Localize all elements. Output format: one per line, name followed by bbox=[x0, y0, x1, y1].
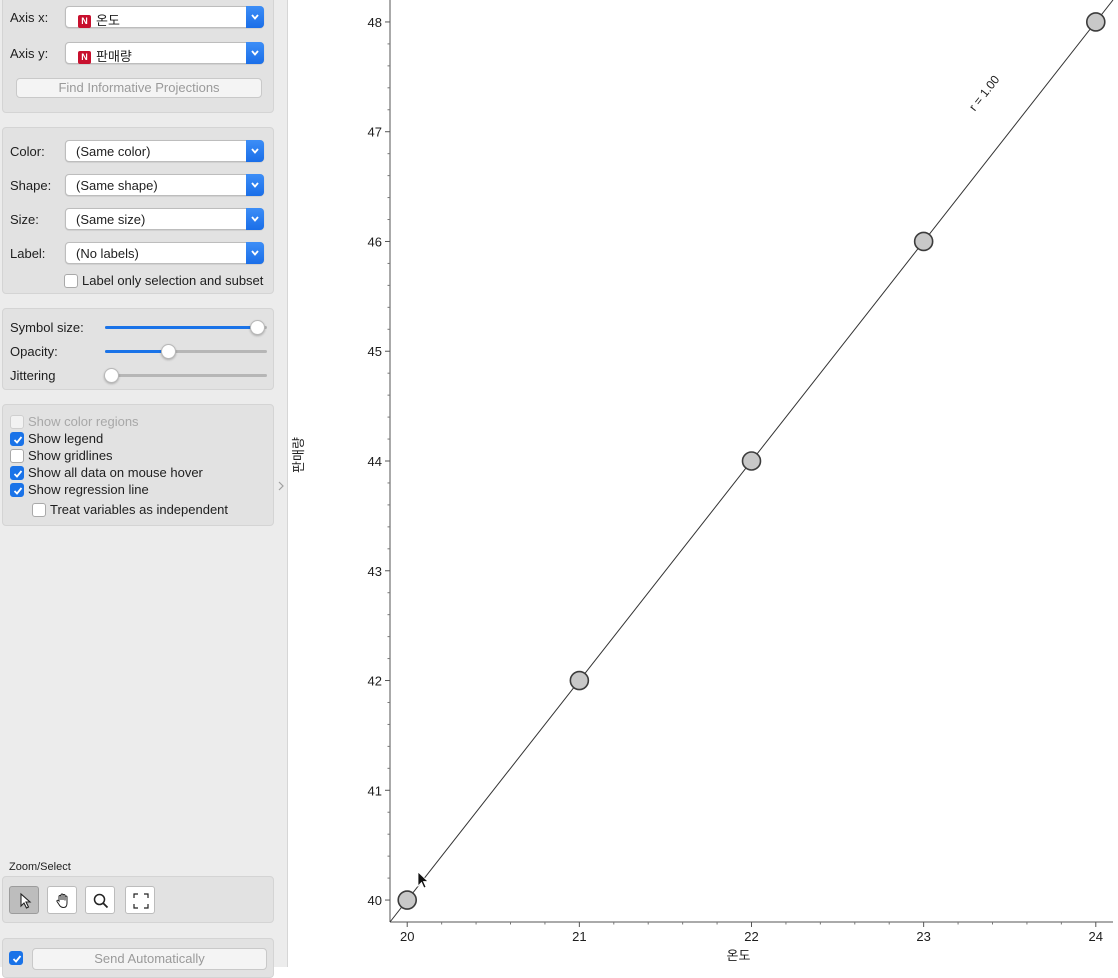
select-tool-icon bbox=[20, 892, 32, 909]
x-tick-label: 21 bbox=[572, 929, 586, 944]
color-label: Color: bbox=[10, 144, 45, 159]
zoom-magnifier-icon bbox=[93, 893, 109, 909]
show-all-data-hover-label: Show all data on mouse hover bbox=[28, 465, 203, 480]
show-color-regions-checkbox[interactable] bbox=[10, 415, 24, 429]
reset-zoom-button[interactable] bbox=[125, 886, 155, 914]
show-color-regions-label: Show color regions bbox=[28, 414, 139, 429]
y-tick-label: 46 bbox=[368, 234, 382, 249]
chevron-down-icon[interactable] bbox=[246, 242, 264, 264]
treat-variables-independent-checkbox[interactable] bbox=[32, 503, 46, 517]
data-point bbox=[397, 890, 418, 910]
control-sidebar: Axis x: N 온도 Axis y: N 판매량 Find Informativ… bbox=[0, 0, 288, 978]
attributes-panel: Color: (Same color) Shape: (Same shape) … bbox=[2, 127, 274, 294]
y-tick-label: 44 bbox=[368, 454, 382, 469]
y-tick-label: 43 bbox=[368, 564, 382, 579]
numeric-variable-icon: N bbox=[78, 51, 91, 64]
x-axis-title: 온도 bbox=[727, 948, 751, 963]
scatter-plot[interactable]: 40 41 42 43 44 45 46 47 48 20 21 22 23 24 온도 판매량 r = … bbox=[289, 0, 1118, 967]
symbol-size-label: Symbol size: bbox=[10, 320, 84, 335]
show-all-data-hover-checkbox[interactable] bbox=[10, 466, 24, 480]
x-tick-label: 22 bbox=[744, 929, 758, 944]
show-regression-line-label: Show regression line bbox=[28, 482, 149, 497]
symbol-size-fill bbox=[105, 326, 251, 329]
y-tick-label: 42 bbox=[368, 674, 382, 689]
x-tick-label: 20 bbox=[400, 929, 414, 944]
axis-y-value: 판매량 bbox=[96, 49, 132, 64]
axis-x-combo[interactable]: N 온도 bbox=[65, 6, 264, 28]
show-legend-checkbox[interactable] bbox=[10, 432, 24, 446]
chevron-down-icon[interactable] bbox=[246, 140, 264, 162]
y-tick-label: 47 bbox=[368, 125, 382, 140]
x-tick-label: 24 bbox=[1089, 929, 1103, 944]
axis-y-combo[interactable]: N 판매량 bbox=[65, 42, 264, 64]
shape-label: Shape: bbox=[10, 178, 52, 193]
chevron-right-icon[interactable] bbox=[277, 480, 285, 492]
reset-zoom-icon bbox=[133, 893, 149, 909]
data-point bbox=[913, 231, 934, 252]
y-tick-label: 45 bbox=[368, 344, 382, 359]
label-combo[interactable]: (No labels) bbox=[65, 242, 264, 264]
y-tick-label: 48 bbox=[368, 15, 382, 30]
chevron-down-icon[interactable] bbox=[246, 42, 264, 64]
pan-tool-button[interactable] bbox=[47, 886, 77, 914]
chevron-down-icon[interactable] bbox=[246, 6, 264, 28]
zoom-select-title: Zoom/Select bbox=[9, 861, 71, 873]
label-value: (No labels) bbox=[76, 246, 139, 261]
y-tick-label: 40 bbox=[368, 893, 382, 908]
opacity-slider[interactable] bbox=[105, 344, 267, 359]
chevron-down-icon[interactable] bbox=[246, 208, 264, 230]
select-tool-button[interactable] bbox=[9, 886, 39, 914]
opacity-fill bbox=[105, 350, 162, 353]
pan-hand-icon bbox=[56, 893, 68, 909]
show-regression-line-checkbox[interactable] bbox=[10, 483, 24, 497]
data-point bbox=[569, 670, 590, 691]
label-only-selection-checkbox[interactable] bbox=[64, 274, 78, 288]
jittering-handle[interactable] bbox=[104, 368, 119, 383]
send-automatically-checkbox[interactable] bbox=[9, 951, 23, 965]
size-combo[interactable]: (Same size) bbox=[65, 208, 264, 230]
y-axis-title: 판매량 bbox=[291, 437, 306, 473]
show-legend-label: Show legend bbox=[28, 431, 104, 446]
size-value: (Same size) bbox=[76, 212, 146, 227]
chevron-down-icon[interactable] bbox=[246, 174, 264, 196]
show-gridlines-label: Show gridlines bbox=[28, 448, 113, 463]
data-point bbox=[1085, 12, 1106, 32]
numeric-variable-icon: N bbox=[78, 15, 91, 28]
jittering-slider[interactable] bbox=[104, 368, 267, 383]
jittering-label: Jittering bbox=[10, 368, 56, 383]
axis-panel: Axis x: N 온도 Axis y: N 판매량 Find Informativ… bbox=[2, 0, 274, 113]
sliders-panel: Symbol size: Opacity: Jittering bbox=[2, 308, 274, 390]
x-tick-label: 23 bbox=[916, 929, 930, 944]
plot-options-panel: Show color regions Show legend Show grid… bbox=[2, 404, 274, 526]
zoom-tool-button[interactable] bbox=[85, 886, 115, 914]
color-combo[interactable]: (Same color) bbox=[65, 140, 264, 162]
show-gridlines-checkbox[interactable] bbox=[10, 449, 24, 463]
label-label: Label: bbox=[10, 246, 46, 261]
y-tick-label: 41 bbox=[368, 783, 382, 798]
find-informative-projections-button[interactable]: Find Informative Projections bbox=[16, 78, 262, 98]
regression-annotation: r = 1.00 bbox=[966, 72, 1003, 113]
treat-variables-independent-label: Treat variables as independent bbox=[50, 502, 229, 517]
color-value: (Same color) bbox=[76, 144, 151, 159]
shape-combo[interactable]: (Same shape) bbox=[65, 174, 264, 196]
symbol-size-slider[interactable] bbox=[105, 320, 267, 335]
axis-x-label: Axis x: bbox=[10, 10, 49, 25]
mouse-cursor-icon bbox=[417, 871, 430, 889]
size-label: Size: bbox=[10, 212, 39, 227]
shape-value: (Same shape) bbox=[76, 178, 158, 193]
label-only-selection-label: Label only selection and subset bbox=[82, 273, 264, 288]
data-point bbox=[741, 451, 762, 471]
opacity-handle[interactable] bbox=[161, 344, 176, 359]
opacity-label: Opacity: bbox=[10, 344, 58, 359]
symbol-size-handle[interactable] bbox=[250, 320, 265, 335]
axis-y-label: Axis y: bbox=[10, 46, 49, 61]
axis-x-value: 온도 bbox=[96, 13, 120, 28]
